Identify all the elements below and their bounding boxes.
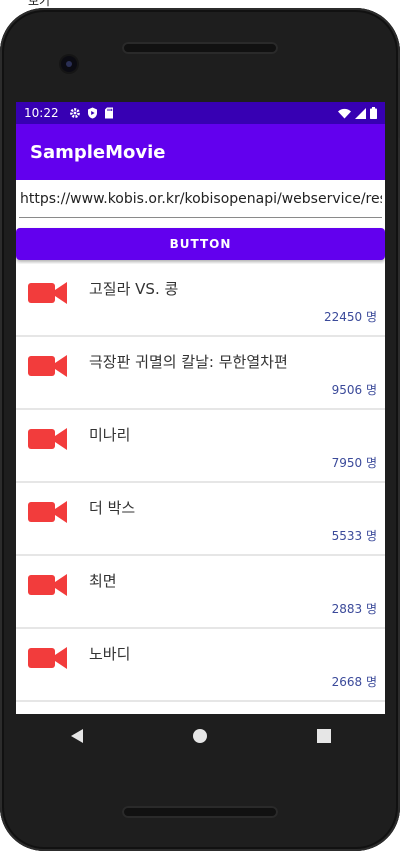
audience-count: 9506 명 bbox=[331, 383, 377, 397]
list-item[interactable]: 극장판 귀멸의 칼날: 무한열차편 9506 명 bbox=[16, 337, 385, 410]
list-item[interactable]: 노바디 2668 명 bbox=[16, 629, 385, 702]
top-speaker bbox=[122, 42, 278, 54]
video-camera-icon bbox=[28, 647, 67, 669]
audience-count: 2883 명 bbox=[331, 602, 377, 616]
url-input[interactable]: https://www.kobis.or.kr/kobisopenapi/web… bbox=[19, 180, 382, 218]
front-camera bbox=[61, 56, 77, 72]
home-icon[interactable] bbox=[192, 728, 208, 744]
recents-icon[interactable] bbox=[316, 729, 331, 743]
video-camera-icon bbox=[28, 574, 67, 596]
audience-count: 7950 명 bbox=[331, 456, 377, 470]
movie-title: 고질라 VS. 콩 bbox=[89, 280, 179, 298]
movie-title: 최면 bbox=[89, 572, 117, 590]
sd-card-icon bbox=[104, 107, 113, 119]
signal-icon bbox=[355, 107, 366, 119]
movie-title: 더 박스 bbox=[89, 499, 136, 517]
audience-count: 2668 명 bbox=[331, 675, 377, 689]
gear-icon bbox=[69, 108, 80, 118]
status-bar: 10:22 bbox=[16, 102, 385, 124]
bottom-speaker bbox=[122, 806, 278, 818]
list-item[interactable]: 최면 2883 명 bbox=[16, 556, 385, 629]
movie-title: 미나리 bbox=[89, 426, 131, 444]
video-camera-icon bbox=[28, 501, 67, 523]
audience-count: 5533 명 bbox=[331, 529, 377, 543]
back-icon[interactable] bbox=[70, 728, 84, 744]
main-button[interactable]: BUTTON bbox=[16, 228, 385, 260]
app-bar: SampleMovie bbox=[16, 124, 385, 180]
list-item[interactable]: 고질라 VS. 콩 22450 명 bbox=[16, 264, 385, 337]
movie-title: 노바디 bbox=[89, 645, 131, 663]
navigation-bar bbox=[16, 714, 385, 758]
app-title: SampleMovie bbox=[30, 141, 166, 163]
screen: 10:22 SampleMovie https://www.kobis.or.k… bbox=[16, 102, 385, 714]
status-time: 10:22 bbox=[24, 106, 59, 120]
video-camera-icon bbox=[28, 282, 67, 304]
battery-icon bbox=[370, 107, 377, 119]
video-camera-icon bbox=[28, 428, 67, 450]
list-item[interactable]: 미나리 7950 명 bbox=[16, 410, 385, 483]
movie-list[interactable]: 고질라 VS. 콩 22450 명 극장판 귀멸의 칼날: 무한열차편 9506… bbox=[16, 264, 385, 702]
movie-title: 극장판 귀멸의 칼날: 무한열차편 bbox=[89, 353, 288, 371]
audience-count: 22450 명 bbox=[323, 310, 377, 324]
shield-icon bbox=[87, 107, 97, 119]
wifi-icon bbox=[338, 108, 351, 118]
list-item[interactable]: 더 박스 5533 명 bbox=[16, 483, 385, 556]
video-camera-icon bbox=[28, 355, 67, 377]
